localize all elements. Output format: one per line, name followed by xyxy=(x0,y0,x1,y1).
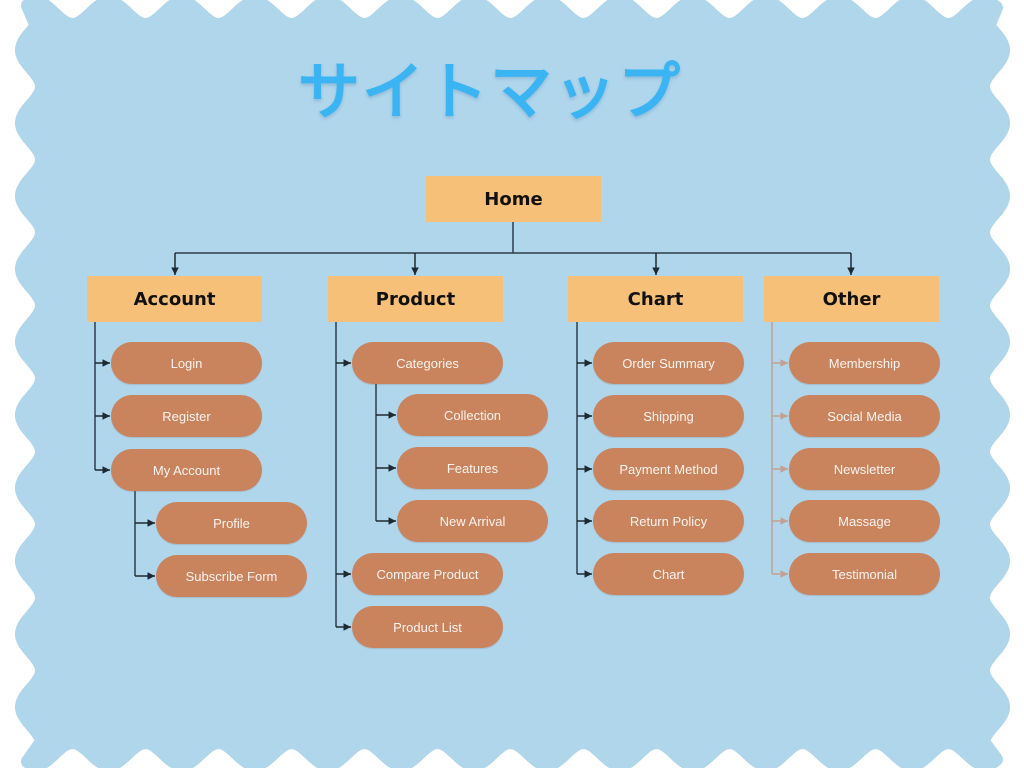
node-testimonial[interactable]: Testimonial xyxy=(789,553,940,595)
node-register[interactable]: Register xyxy=(111,395,262,437)
node-features[interactable]: Features xyxy=(397,447,548,489)
node-login[interactable]: Login xyxy=(111,342,262,384)
node-social-media[interactable]: Social Media xyxy=(789,395,940,437)
node-newsletter[interactable]: Newsletter xyxy=(789,448,940,490)
node-payment-method[interactable]: Payment Method xyxy=(593,448,744,490)
node-collection[interactable]: Collection xyxy=(397,394,548,436)
connector-lines xyxy=(94,222,855,631)
node-categories[interactable]: Categories xyxy=(352,342,503,384)
section-account[interactable]: Account xyxy=(87,276,262,322)
node-massage[interactable]: Massage xyxy=(789,500,940,542)
section-chart[interactable]: Chart xyxy=(568,276,743,322)
node-compare-product[interactable]: Compare Product xyxy=(352,553,503,595)
node-product-list[interactable]: Product List xyxy=(352,606,503,648)
node-return-policy[interactable]: Return Policy xyxy=(593,500,744,542)
section-other[interactable]: Other xyxy=(764,276,939,322)
section-product[interactable]: Product xyxy=(328,276,503,322)
node-home[interactable]: Home xyxy=(426,176,601,222)
node-order-summary[interactable]: Order Summary xyxy=(593,342,744,384)
node-new-arrival[interactable]: New Arrival xyxy=(397,500,548,542)
node-my-account[interactable]: My Account xyxy=(111,449,262,491)
node-chart[interactable]: Chart xyxy=(593,553,744,595)
node-subscribe-form[interactable]: Subscribe Form xyxy=(156,555,307,597)
node-shipping[interactable]: Shipping xyxy=(593,395,744,437)
node-profile[interactable]: Profile xyxy=(156,502,307,544)
node-membership[interactable]: Membership xyxy=(789,342,940,384)
